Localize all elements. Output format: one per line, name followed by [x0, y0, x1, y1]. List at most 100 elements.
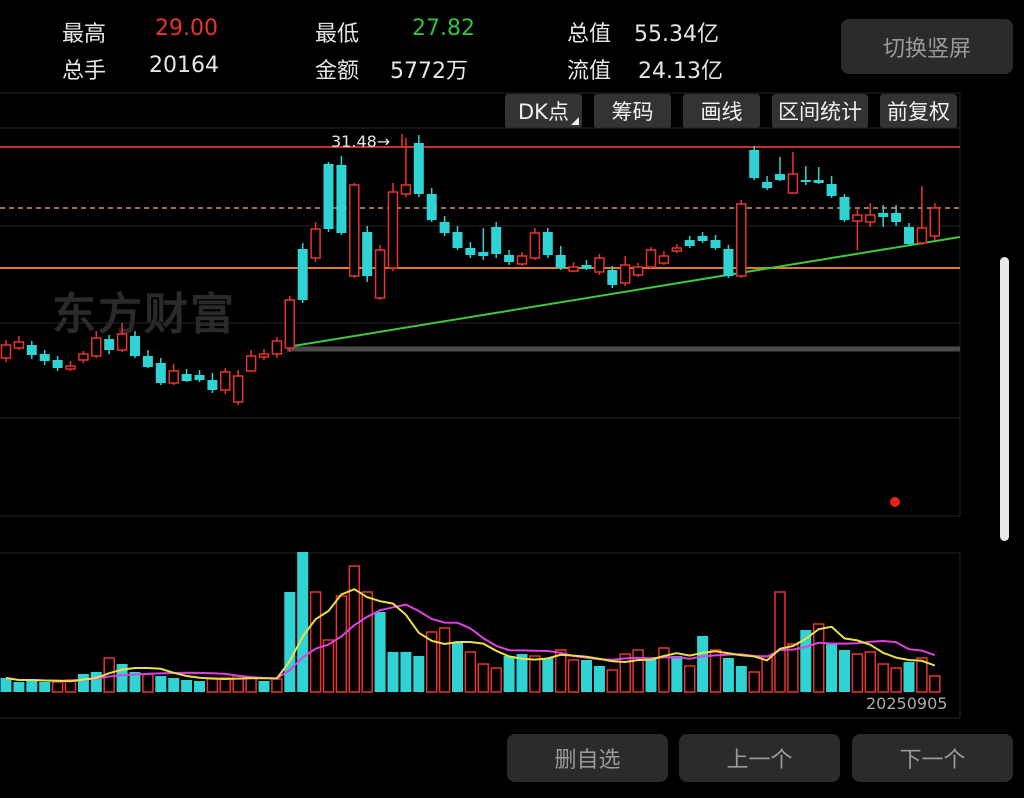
volume-bar — [464, 651, 477, 693]
volume-bar — [645, 658, 657, 692]
candle-body — [155, 363, 166, 383]
candle-body — [607, 270, 618, 285]
delete-favorite-button[interactable]: 删自选 — [507, 734, 668, 782]
max-price-annotation: 31.48→ — [331, 132, 390, 151]
volume-bar — [438, 627, 451, 693]
volume-bar — [0, 678, 12, 692]
volume-bar — [735, 666, 747, 692]
candle-body — [374, 249, 386, 299]
volume-bar — [490, 667, 502, 693]
candle-body — [529, 232, 541, 259]
candle-body — [775, 174, 785, 180]
volume-bar — [697, 636, 709, 692]
candle-body — [52, 360, 63, 368]
candle-body — [142, 356, 153, 367]
volume-bar — [77, 674, 89, 692]
volume-bar — [245, 677, 257, 693]
volume-bar — [826, 644, 838, 692]
volume-bar — [477, 663, 490, 693]
candle-body — [710, 240, 721, 248]
volume-bar — [361, 591, 373, 693]
volume-bar — [851, 653, 864, 693]
candle-body — [194, 375, 205, 380]
volume-bar — [903, 662, 915, 692]
volume-bar — [812, 623, 825, 693]
volume-bar — [593, 666, 605, 692]
candle-body — [168, 370, 179, 384]
candle-body — [104, 339, 115, 350]
candle-body — [426, 194, 437, 220]
candle-body — [645, 249, 657, 268]
candle-body — [697, 236, 708, 241]
volume-bar — [90, 672, 102, 692]
volume-bar — [219, 677, 232, 693]
volume-bar — [529, 655, 541, 693]
candle-body — [916, 227, 928, 244]
candle-body — [362, 232, 373, 276]
candle-body — [684, 240, 695, 246]
volume-bar — [567, 659, 580, 693]
candle-body — [904, 227, 914, 244]
candle-body — [207, 380, 218, 390]
candle-body — [723, 249, 734, 276]
candle-body — [736, 203, 747, 277]
candle-body — [516, 255, 528, 265]
volume-bars — [0, 552, 941, 693]
candle-body — [800, 180, 811, 182]
volume-bar — [671, 656, 683, 692]
candle-body — [542, 232, 553, 255]
candle-body — [504, 255, 515, 262]
candle-body — [839, 197, 850, 220]
volume-bar — [839, 650, 850, 692]
kline-chart[interactable]: 31.48→ — [0, 0, 1024, 798]
candle-body — [632, 266, 644, 276]
candle-body — [116, 333, 128, 351]
volume-bar — [51, 681, 64, 693]
candle-body — [452, 232, 463, 248]
candle-body — [387, 191, 399, 269]
candle-body — [568, 266, 579, 272]
volume-bar — [26, 680, 38, 692]
candle-body — [26, 345, 37, 355]
candle-body — [749, 150, 760, 178]
candle-body — [39, 354, 50, 361]
candle-body — [78, 353, 89, 361]
candle-body — [478, 252, 489, 256]
volume-bar — [284, 592, 296, 692]
candle-body — [310, 228, 321, 259]
candle-body — [220, 371, 231, 391]
volume-bar — [581, 660, 592, 692]
volume-bar — [322, 639, 335, 693]
previous-button[interactable]: 上一个 — [679, 734, 840, 782]
volume-bar — [271, 678, 283, 693]
volume-bar — [168, 678, 180, 692]
candle-body — [323, 164, 334, 229]
candle-body — [91, 337, 102, 357]
candle-body — [465, 248, 476, 255]
volume-bar — [683, 665, 696, 693]
volume-bar — [413, 656, 425, 692]
candle-body — [284, 299, 296, 349]
candle-body — [826, 184, 837, 196]
candle-body — [491, 227, 502, 254]
volume-bar — [335, 595, 348, 693]
volume-bar — [387, 652, 399, 692]
volume-bar — [748, 671, 760, 693]
scrollbar[interactable] — [1000, 257, 1009, 541]
volume-bar — [13, 682, 25, 692]
candle-body — [813, 180, 824, 183]
candle-body — [65, 365, 76, 370]
candle-body — [658, 255, 670, 264]
candle-body — [594, 257, 605, 273]
volume-bar — [542, 658, 554, 692]
volume-bar — [864, 651, 877, 693]
candle-body — [891, 213, 902, 222]
volume-bar — [258, 681, 270, 692]
candle-body — [439, 222, 450, 233]
volume-bar — [142, 673, 154, 693]
volume-bar — [194, 681, 205, 692]
candles — [0, 134, 941, 405]
volume-bar — [452, 642, 463, 692]
candle-body — [555, 255, 566, 268]
next-button[interactable]: 下一个 — [852, 734, 1013, 782]
